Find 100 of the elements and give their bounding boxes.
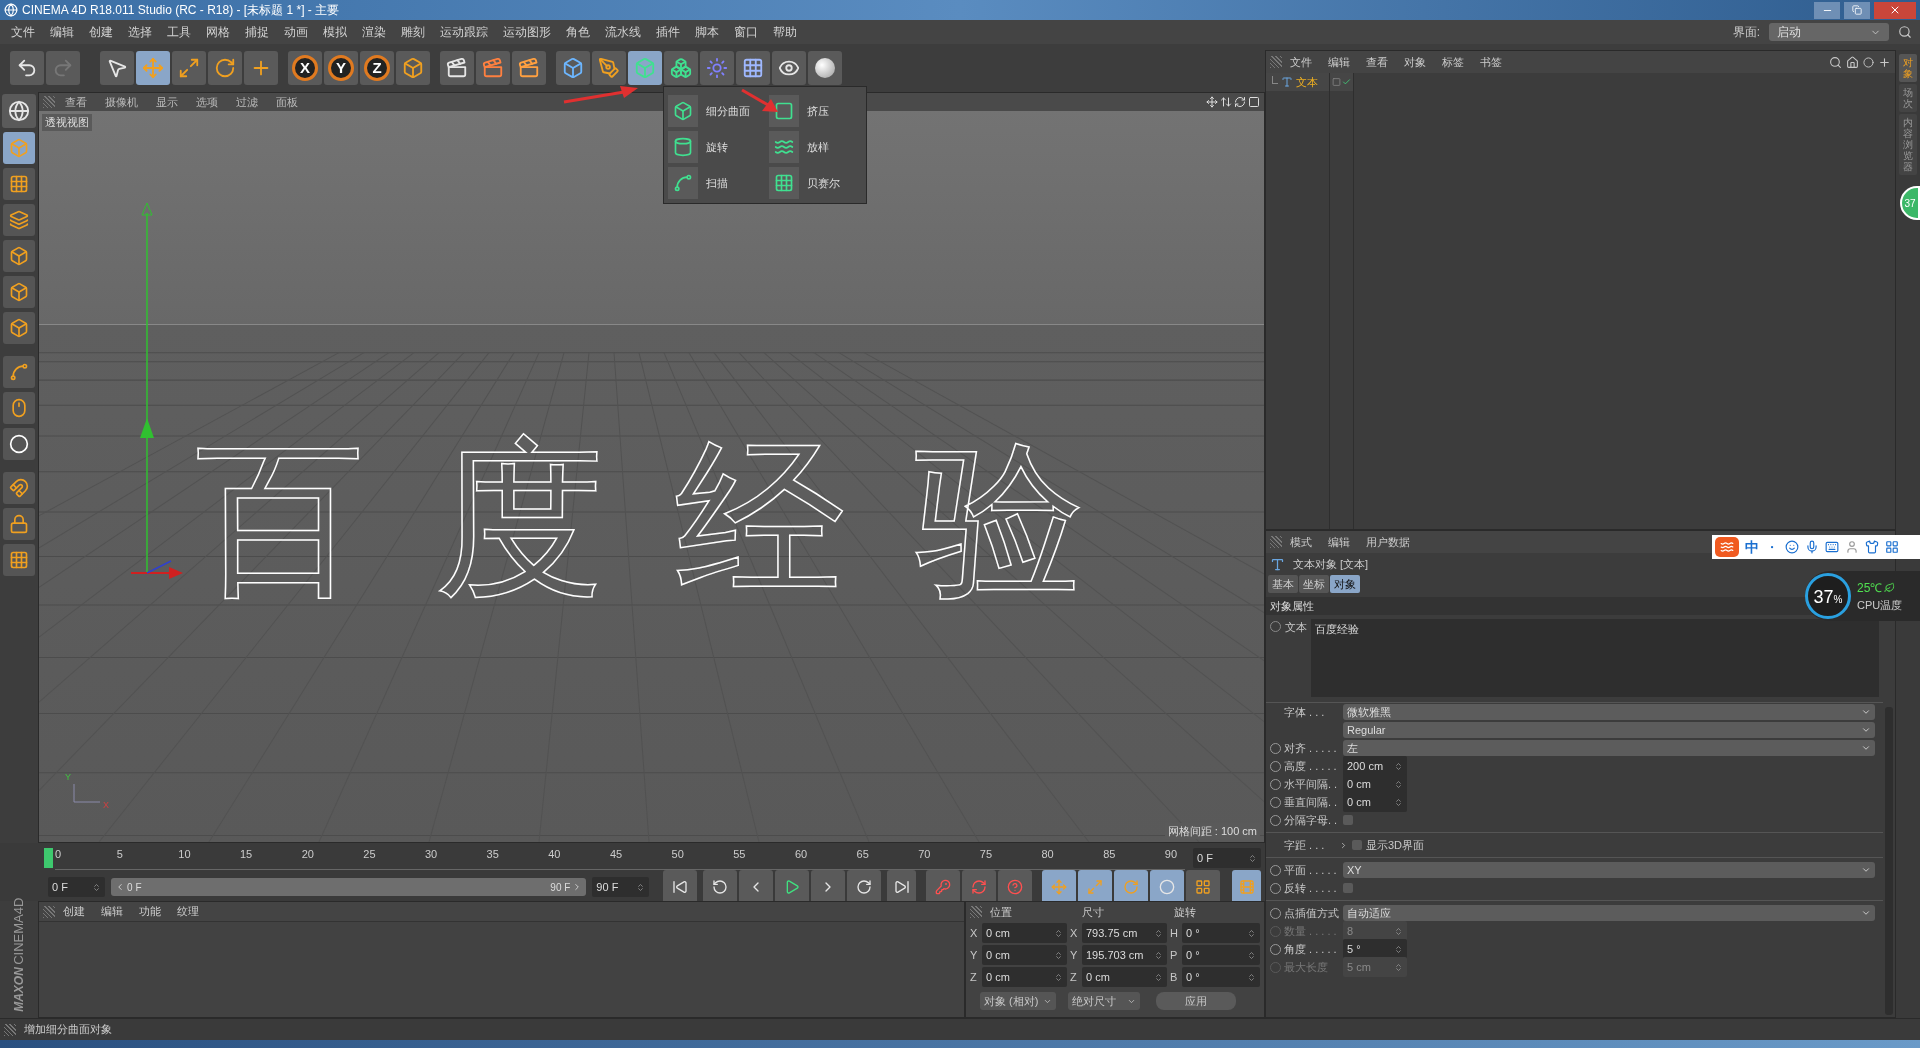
stepper-arrows-icon[interactable] [1054,950,1063,960]
position-key-button[interactable] [1042,870,1077,904]
ellipse-icon[interactable] [1863,56,1874,68]
menu-item[interactable]: 编辑 [43,23,81,41]
menu-item[interactable]: 窗口 [727,23,765,41]
size-field[interactable]: 195.703 cm [1082,945,1167,965]
attribute-tab[interactable]: 对象 [1330,575,1360,593]
coordinate-system-button[interactable] [396,51,430,85]
start-frame-field[interactable]: 0 F [48,877,106,897]
dropdown-field[interactable]: 自动适应 [1343,905,1875,921]
add-tool-button[interactable] [244,51,278,85]
popup-menu-item[interactable]: 旋转 [664,129,765,165]
array-button[interactable] [664,51,698,85]
text-input-field[interactable]: 百度经验 [1311,619,1879,697]
menu-item[interactable]: 模拟 [316,23,354,41]
size-field[interactable]: 793.75 cm [1082,923,1167,943]
check-icon[interactable] [1342,77,1351,87]
microphone-icon[interactable] [1805,540,1819,554]
pen-tool-button[interactable] [592,51,626,85]
size-mode-dropdown[interactable]: 绝对尺寸 [1068,992,1140,1010]
attribute-menu-item[interactable]: 模式 [1282,533,1320,551]
menu-item[interactable]: 插件 [649,23,687,41]
stepper-arrows-icon[interactable] [1247,950,1256,960]
size-field[interactable]: 0 cm [1082,967,1167,987]
layout-dropdown[interactable]: 启动 [1769,23,1889,41]
ime-mode[interactable]: 中 [1745,536,1759,558]
home-icon[interactable] [1846,55,1859,69]
stepper-arrows-icon[interactable] [1247,972,1256,982]
viewport-menu-item[interactable]: 查看 [57,93,95,111]
light-button[interactable] [808,51,842,85]
stepper-arrows-icon[interactable] [1247,928,1256,938]
viewport-menu-item[interactable]: 选项 [188,93,226,111]
popup-menu-item[interactable]: 细分曲面 [664,93,765,129]
dropdown-field[interactable]: 左 [1343,740,1875,756]
new-window-icon[interactable] [1878,55,1891,69]
magnet-button[interactable] [3,472,35,504]
attribute-tab[interactable]: 坐标 [1299,575,1329,593]
menu-item[interactable]: 选择 [121,23,159,41]
checkbox[interactable] [1343,815,1353,825]
popup-menu-item[interactable]: 放样 [765,129,866,165]
scale-key-button[interactable] [1078,870,1113,904]
stepper-arrows-icon[interactable] [1394,797,1403,807]
object-tree-item[interactable]: 文本 [1266,73,1329,91]
menu-item[interactable]: 流水线 [598,23,648,41]
grid-button[interactable] [3,544,35,576]
menu-item[interactable]: 文件 [4,23,42,41]
render-view-button[interactable] [440,51,474,85]
shirt-icon[interactable] [1865,540,1879,554]
side-tab[interactable]: 对象 [1899,54,1917,82]
stepper-arrows-icon[interactable] [1154,928,1163,938]
menu-item[interactable]: 渲染 [355,23,393,41]
number-field[interactable]: 0 cm [1343,774,1407,794]
material-menu-item[interactable]: 创建 [55,903,93,920]
menu-item[interactable]: 网格 [199,23,237,41]
previous-frame-button[interactable] [739,870,774,904]
rotation-field[interactable]: 0 ° [1182,967,1260,987]
number-field[interactable]: 200 cm [1343,756,1407,776]
keyboard-icon[interactable] [1825,540,1839,554]
search-icon[interactable] [1898,25,1912,39]
next-key-button[interactable] [847,870,882,904]
close-button[interactable] [1874,1,1916,19]
rotation-field[interactable]: 0 ° [1182,923,1260,943]
menu-item[interactable]: 帮助 [766,23,804,41]
viewport-menu-item[interactable]: 摄像机 [97,93,146,111]
curve-button[interactable] [3,356,35,388]
attribute-tab[interactable]: 基本 [1268,575,1298,593]
next-frame-button[interactable] [811,870,846,904]
object-menu-item[interactable]: 书签 [1472,53,1510,71]
material-menu-item[interactable]: 纹理 [169,903,207,920]
record-key-button[interactable] [926,870,961,904]
material-menu-item[interactable]: 编辑 [93,903,131,920]
popup-menu-item[interactable]: 扫描 [664,165,765,201]
rotate-view-icon[interactable] [1234,96,1246,108]
menu-item[interactable]: 创建 [82,23,120,41]
menu-item[interactable]: 动画 [277,23,315,41]
menu-item[interactable]: 运动跟踪 [433,23,495,41]
zoom-view-icon[interactable] [1220,96,1232,108]
menu-item[interactable]: 捕捉 [238,23,276,41]
minimize-button[interactable] [1814,1,1840,19]
layer-toggle-icon[interactable] [1332,77,1341,87]
previous-key-button[interactable] [703,870,738,904]
stepper-arrows-icon[interactable] [1394,779,1403,789]
keyframe-selection-button[interactable] [998,870,1033,904]
object-menu-item[interactable]: 对象 [1396,53,1434,71]
stepper-arrows-icon[interactable] [1154,972,1163,982]
object-menu-item[interactable]: 编辑 [1320,53,1358,71]
search-icon[interactable] [1829,55,1842,69]
playhead-marker[interactable] [44,848,53,868]
play-button[interactable] [775,870,810,904]
select-tool-button[interactable] [100,51,134,85]
object-menu-item[interactable]: 标签 [1434,53,1472,71]
cube-object-button[interactable] [556,51,590,85]
stepper-arrows-icon[interactable] [1154,950,1163,960]
number-field[interactable]: 0 cm [1343,792,1407,812]
menu-item[interactable]: 运动图形 [496,23,558,41]
position-field[interactable]: 0 cm [982,923,1067,943]
checkbox[interactable] [1352,840,1362,850]
stepper-arrows-icon[interactable] [636,882,646,892]
viewport-menu-item[interactable]: 显示 [148,93,186,111]
apply-button[interactable]: 应用 [1156,992,1236,1010]
